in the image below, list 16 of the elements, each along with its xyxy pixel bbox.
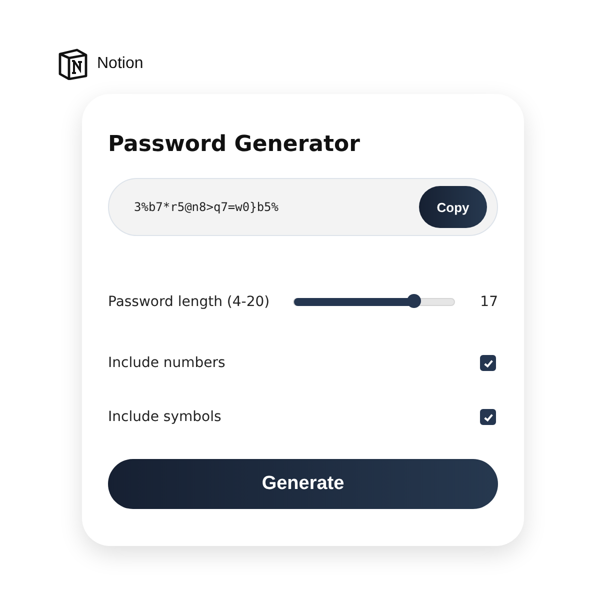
generate-button[interactable]: Generate [108, 459, 498, 509]
notion-logo-icon [57, 48, 89, 80]
checkmark-icon [482, 412, 494, 422]
copy-button[interactable]: Copy [419, 186, 487, 228]
length-label: Password length (4-20) [108, 294, 270, 310]
password-field[interactable]: 3%b7*r5@n8>q7=w0}b5% Copy [108, 178, 498, 236]
length-value: 17 [480, 294, 498, 310]
brand-name: Notion [97, 55, 144, 73]
option-label: Include numbers [108, 355, 226, 371]
option-label: Include symbols [108, 409, 222, 425]
checkmark-icon [482, 358, 494, 368]
password-text: 3%b7*r5@n8>q7=w0}b5% [134, 200, 278, 214]
checkbox[interactable] [480, 409, 496, 425]
card-title: Password Generator [108, 134, 362, 156]
checkbox[interactable] [480, 355, 496, 371]
slider-thumb[interactable] [406, 294, 421, 308]
